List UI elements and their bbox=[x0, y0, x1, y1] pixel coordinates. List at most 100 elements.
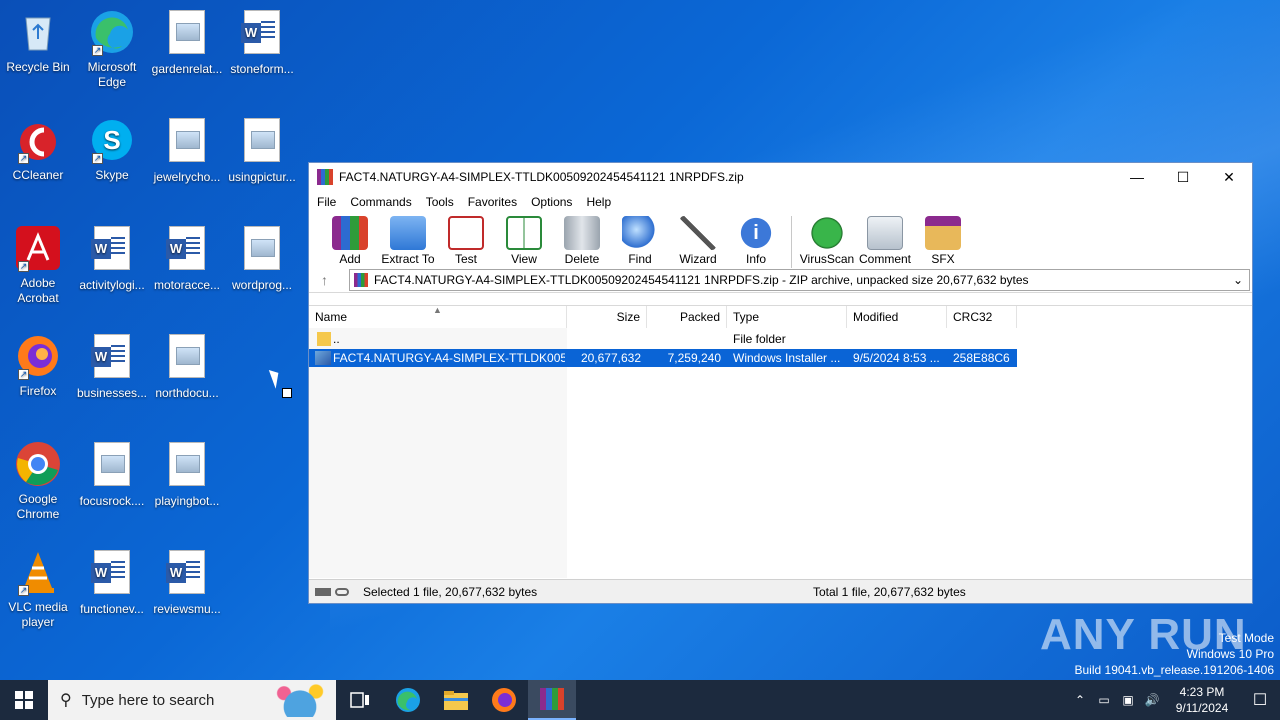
drive-icon bbox=[315, 587, 331, 596]
minimize-button[interactable]: — bbox=[1114, 163, 1160, 191]
desktop-icon-word-doc[interactable]: W motoracce... bbox=[149, 224, 225, 293]
maximize-button[interactable]: ☐ bbox=[1160, 163, 1206, 191]
image-file-icon bbox=[163, 334, 211, 382]
address-field[interactable]: FACT4.NATURGY-A4-SIMPLEX-TTLDK0050920245… bbox=[349, 268, 1250, 291]
desktop-icon-label: stoneform... bbox=[230, 62, 294, 76]
find-label: Find bbox=[628, 252, 652, 266]
sfx-button[interactable]: SFX bbox=[914, 216, 972, 266]
desktop-icon-image-file[interactable]: usingpictur... bbox=[224, 116, 300, 185]
column-header-size[interactable]: Size bbox=[567, 306, 647, 328]
word-document-icon: W bbox=[238, 10, 286, 58]
menu-help[interactable]: Help bbox=[586, 195, 611, 209]
virusscan-button[interactable]: VirusScan bbox=[798, 216, 856, 266]
search-icon: ⚲ bbox=[60, 692, 72, 709]
address-bar: ↑ FACT4.NATURGY-A4-SIMPLEX-TTLDK00509202… bbox=[309, 267, 1252, 293]
taskbar-file-explorer-button[interactable] bbox=[432, 680, 480, 720]
add-label: Add bbox=[339, 252, 361, 266]
clock-time: 4:23 PM bbox=[1179, 685, 1225, 699]
desktop-icon-word-doc[interactable]: W businesses... bbox=[74, 332, 150, 401]
desktop-icon-skype[interactable]: S ↗ Skype bbox=[74, 116, 150, 183]
desktop-icon-adobe-acrobat[interactable]: ↗ Adobe Acrobat bbox=[0, 224, 76, 306]
column-header-crc32[interactable]: CRC32 bbox=[947, 306, 1017, 328]
desktop-icon-label: Firefox bbox=[19, 384, 57, 398]
cell-type: Windows Installer ... bbox=[733, 351, 841, 365]
shortcut-arrow-icon: ↗ bbox=[92, 153, 103, 164]
wizard-button[interactable]: Wizard bbox=[669, 216, 727, 266]
chevron-down-icon[interactable]: ⌄ bbox=[1233, 273, 1249, 287]
test-button[interactable]: Test bbox=[437, 216, 495, 266]
network-tray-icon[interactable]: ▭ bbox=[1092, 693, 1116, 707]
desktop-icon-edge[interactable]: ↗ Microsoft Edge bbox=[74, 8, 150, 90]
task-view-button[interactable] bbox=[336, 680, 384, 720]
column-header-modified[interactable]: Modified bbox=[847, 306, 947, 328]
desktop-icon-vlc[interactable]: ↗ VLC media player bbox=[0, 548, 76, 630]
taskbar-search-box[interactable]: ⚲ Type here to search bbox=[48, 680, 336, 720]
taskbar-firefox-button[interactable] bbox=[480, 680, 528, 720]
network-icon[interactable]: ▣ bbox=[1116, 693, 1140, 707]
image-file-icon bbox=[163, 442, 211, 490]
desktop-icon-word-doc[interactable]: W stoneform... bbox=[224, 8, 300, 77]
comment-button[interactable]: Comment bbox=[856, 216, 914, 266]
desktop-icon-image-file[interactable]: jewelrycho... bbox=[149, 116, 225, 185]
view-button[interactable]: View bbox=[495, 216, 553, 266]
menu-favorites[interactable]: Favorites bbox=[468, 195, 517, 209]
desktop-icon-recycle-bin[interactable]: Recycle Bin bbox=[0, 8, 76, 75]
column-header-name[interactable]: Name ▲ bbox=[309, 305, 567, 328]
desktop-icon-image-file[interactable]: playingbot... bbox=[149, 440, 225, 509]
cell-name: FACT4.NATURGY-A4-SIMPLEX-TTLDK0050... bbox=[333, 351, 565, 365]
extract-to-button[interactable]: Extract To bbox=[379, 216, 437, 266]
recycle-bin-icon bbox=[14, 8, 62, 56]
taskbar-winrar-button[interactable] bbox=[528, 680, 576, 720]
menu-options[interactable]: Options bbox=[531, 195, 572, 209]
column-header-packed[interactable]: Packed bbox=[647, 306, 727, 328]
column-header-type[interactable]: Type bbox=[727, 306, 847, 328]
info-button[interactable]: i Info bbox=[727, 216, 785, 266]
desktop-icon-label: Google Chrome bbox=[16, 492, 60, 521]
desktop-icon-word-doc[interactable]: W functionev... bbox=[74, 548, 150, 617]
taskbar-clock[interactable]: 4:23 PM 9/11/2024 bbox=[1164, 684, 1240, 716]
menu-file[interactable]: File bbox=[317, 195, 336, 209]
add-button[interactable]: Add bbox=[321, 216, 379, 266]
desktop-icon-google-chrome[interactable]: Google Chrome bbox=[0, 440, 76, 522]
image-file-icon bbox=[238, 226, 286, 274]
find-button[interactable]: Find bbox=[611, 216, 669, 266]
close-button[interactable]: ✕ bbox=[1206, 163, 1252, 191]
firefox-icon bbox=[492, 688, 516, 712]
desktop-icon-image-file[interactable]: gardenrelat... bbox=[149, 8, 225, 77]
volume-icon[interactable]: 🔊 bbox=[1140, 693, 1164, 707]
chrome-icon bbox=[14, 440, 62, 488]
desktop-icon-image-file[interactable]: northdocu... bbox=[149, 332, 225, 401]
desktop-icon-label: Skype bbox=[95, 168, 129, 182]
info-icon: i bbox=[738, 216, 774, 250]
up-arrow-icon[interactable]: ↑ bbox=[321, 272, 349, 288]
svg-text:S: S bbox=[103, 125, 120, 155]
cell-type: File folder bbox=[733, 332, 786, 346]
shortcut-arrow-icon: ↗ bbox=[18, 585, 29, 596]
desktop-icon-label: businesses... bbox=[76, 386, 148, 400]
window-titlebar[interactable]: FACT4.NATURGY-A4-SIMPLEX-TTLDK0050920245… bbox=[309, 163, 1252, 191]
taskbar-edge-button[interactable] bbox=[384, 680, 432, 720]
skype-icon: S ↗ bbox=[88, 116, 136, 164]
chevron-up-icon[interactable]: ⌃ bbox=[1068, 693, 1092, 707]
delete-button[interactable]: Delete bbox=[553, 216, 611, 266]
desktop-icon-ccleaner[interactable]: ↗ CCleaner bbox=[0, 116, 76, 183]
toolbar: Add Extract To Test View Delete Find Wiz… bbox=[309, 213, 1252, 268]
desktop-icon-label: wordprog... bbox=[231, 278, 293, 292]
word-document-icon: W bbox=[88, 334, 136, 382]
desktop-icon-image-file[interactable]: focusrock.... bbox=[74, 440, 150, 509]
taskbar: ⚲ Type here to search ⌃ ▭ ▣ 🔊 4:23 PM 9/… bbox=[0, 680, 1280, 720]
table-row-parent-folder[interactable]: .. File folder bbox=[309, 330, 1017, 348]
desktop-icon-word-doc[interactable]: W reviewsmu... bbox=[149, 548, 225, 617]
desktop-icon-word-doc[interactable]: W activitylogi... bbox=[74, 224, 150, 293]
notification-center-icon[interactable]: ☐ bbox=[1240, 690, 1280, 710]
search-highlight-globe-icon bbox=[268, 683, 332, 717]
menu-tools[interactable]: Tools bbox=[426, 195, 454, 209]
desktop-icon-label: usingpictur... bbox=[228, 170, 296, 184]
desktop-icon-firefox[interactable]: ↗ Firefox bbox=[0, 332, 76, 399]
menu-commands[interactable]: Commands bbox=[350, 195, 411, 209]
start-button[interactable] bbox=[0, 680, 48, 720]
table-row-selected-file[interactable]: FACT4.NATURGY-A4-SIMPLEX-TTLDK0050... 20… bbox=[309, 349, 1017, 367]
desktop-icon-label: Recycle Bin bbox=[6, 60, 70, 74]
desktop-icon-label: jewelrycho... bbox=[153, 170, 221, 184]
desktop-icon-image-file[interactable]: wordprog... bbox=[224, 224, 300, 293]
